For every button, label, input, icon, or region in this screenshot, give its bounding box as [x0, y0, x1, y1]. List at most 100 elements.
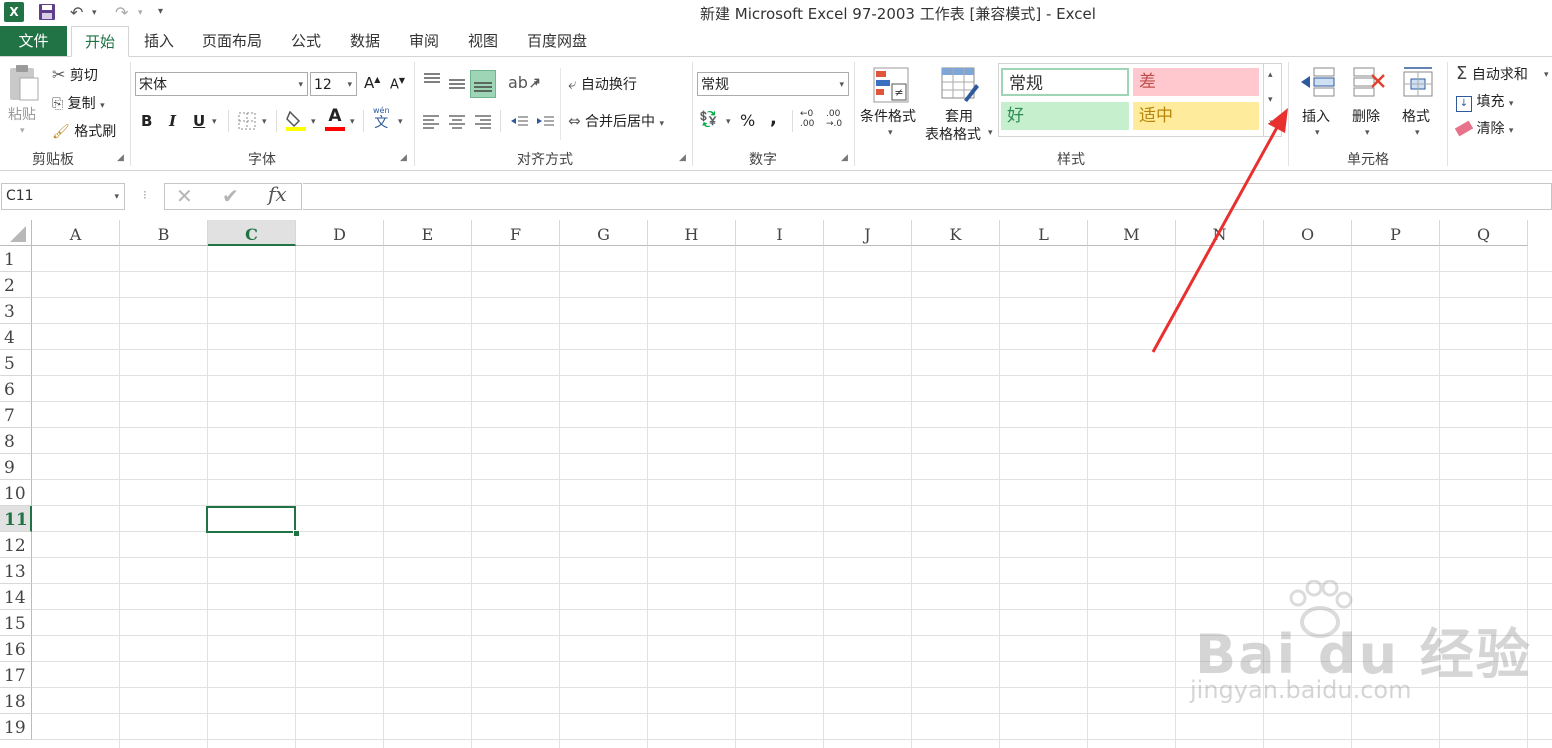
tab-insert[interactable]: 插入 — [134, 26, 184, 56]
tab-page-layout[interactable]: 页面布局 — [194, 26, 270, 56]
merge-center-button[interactable]: ⇔ 合并后居中 ▾ — [568, 111, 664, 131]
wrap-text-button[interactable]: ⤶ 自动换行 — [568, 74, 637, 94]
paste-button[interactable]: 粘贴 ▾ — [6, 64, 42, 144]
row-header-5[interactable]: 5 — [0, 350, 32, 376]
accounting-dropdown-icon[interactable]: ▾ — [726, 117, 731, 127]
row-header-2[interactable]: 2 — [0, 272, 32, 298]
column-header-e[interactable]: E — [384, 220, 472, 246]
borders-dropdown-icon[interactable]: ▾ — [262, 117, 267, 127]
row-header-6[interactable]: 6 — [0, 376, 32, 402]
shrink-font-button[interactable]: A▼ — [390, 76, 405, 92]
insert-function-button[interactable]: fx — [268, 182, 287, 206]
gallery-up-icon[interactable]: ▴ — [1268, 70, 1273, 80]
row-header-9[interactable]: 9 — [0, 454, 32, 480]
font-size-select[interactable]: 12 ▾ — [310, 72, 357, 96]
column-header-a[interactable]: A — [32, 220, 120, 246]
comma-style-button[interactable]: , — [770, 108, 777, 129]
grow-font-button[interactable]: A▲ — [364, 74, 380, 92]
cancel-entry-icon[interactable]: ✕ — [176, 184, 193, 208]
row-header-15[interactable]: 15 — [0, 610, 32, 636]
column-header-j[interactable]: J — [824, 220, 912, 246]
save-icon[interactable] — [38, 3, 56, 25]
row-header-16[interactable]: 16 — [0, 636, 32, 662]
insert-cells-button[interactable]: 插入 ▾ — [1296, 64, 1340, 144]
row-header-7[interactable]: 7 — [0, 402, 32, 428]
borders-button[interactable] — [238, 112, 256, 134]
column-header-k[interactable]: K — [912, 220, 1000, 246]
column-header-l[interactable]: L — [1000, 220, 1088, 246]
tab-formulas[interactable]: 公式 — [282, 26, 330, 56]
font-launcher-icon[interactable]: ◢ — [400, 153, 407, 163]
cut-button[interactable]: ✂ 剪切 — [52, 65, 98, 85]
clear-button[interactable]: 清除 ▾ — [1454, 118, 1513, 138]
selected-cell-outline[interactable] — [206, 506, 296, 533]
name-box[interactable]: C11 ▾ — [1, 183, 125, 210]
number-launcher-icon[interactable]: ◢ — [841, 153, 848, 163]
column-header-g[interactable]: G — [560, 220, 648, 246]
delete-cells-button[interactable]: 删除 ▾ — [1346, 64, 1390, 144]
row-header-8[interactable]: 8 — [0, 428, 32, 454]
accounting-format-button[interactable]: 💱 — [699, 110, 718, 128]
font-color-button[interactable]: A — [325, 107, 345, 131]
fill-button[interactable]: ↓ 填充 ▾ — [1456, 91, 1513, 112]
row-header-11[interactable]: 11 — [0, 506, 32, 532]
undo-dropdown-icon[interactable]: ▾ — [92, 8, 97, 18]
undo-icon[interactable]: ↶ — [70, 3, 83, 22]
italic-button[interactable]: I — [169, 112, 176, 130]
autosum-dropdown-icon[interactable]: ▾ — [1544, 70, 1549, 80]
tab-file[interactable]: 文件 — [0, 26, 67, 56]
tab-view[interactable]: 视图 — [459, 26, 507, 56]
clipboard-launcher-icon[interactable]: ◢ — [117, 153, 124, 163]
fill-color-dropdown-icon[interactable]: ▾ — [311, 117, 316, 127]
increase-decimal-button[interactable]: ←0.00 — [800, 109, 814, 129]
row-header-4[interactable]: 4 — [0, 324, 32, 350]
column-header-h[interactable]: H — [648, 220, 736, 246]
copy-button[interactable]: ⎘ 复制 ▾ — [52, 93, 105, 113]
tab-home[interactable]: 开始 — [71, 26, 129, 57]
row-header-10[interactable]: 10 — [0, 480, 32, 506]
row-header-17[interactable]: 17 — [0, 662, 32, 688]
align-top-button[interactable] — [421, 70, 443, 96]
alignment-launcher-icon[interactable]: ◢ — [679, 153, 686, 163]
underline-button[interactable]: U — [193, 112, 205, 130]
row-header-13[interactable]: 13 — [0, 558, 32, 584]
column-header-i[interactable]: I — [736, 220, 824, 246]
underline-dropdown-icon[interactable]: ▾ — [212, 117, 217, 127]
redo-icon[interactable]: ↷ — [115, 3, 128, 22]
row-header-14[interactable]: 14 — [0, 584, 32, 610]
row-header-1[interactable]: 1 — [0, 246, 32, 272]
row-header-19[interactable]: 19 — [0, 714, 32, 740]
conditional-formatting-button[interactable]: ≠ 条件格式 ▾ — [860, 66, 922, 142]
tab-review[interactable]: 审阅 — [400, 26, 448, 56]
customize-qat-icon[interactable]: ▾ — [158, 6, 163, 17]
column-header-p[interactable]: P — [1352, 220, 1440, 246]
tab-data[interactable]: 数据 — [341, 26, 389, 56]
tab-baidu-netdisk[interactable]: 百度网盘 — [518, 26, 596, 56]
select-all-button[interactable] — [0, 220, 32, 246]
font-color-dropdown-icon[interactable]: ▾ — [350, 117, 355, 127]
column-header-q[interactable]: Q — [1440, 220, 1528, 246]
formula-input[interactable] — [303, 183, 1552, 210]
percent-style-button[interactable]: % — [740, 111, 755, 130]
style-good[interactable]: 好 — [1001, 102, 1129, 130]
confirm-entry-icon[interactable]: ✔ — [222, 184, 239, 208]
row-header-12[interactable]: 12 — [0, 532, 32, 558]
number-format-select[interactable]: 常规 ▾ — [697, 72, 849, 96]
row-header-18[interactable]: 18 — [0, 688, 32, 714]
orientation-dropdown-icon[interactable]: ▾ — [534, 79, 539, 89]
format-painter-button[interactable]: 🖌 格式刷 — [52, 121, 116, 141]
phonetic-dropdown-icon[interactable]: ▾ — [398, 117, 403, 127]
format-cells-button[interactable]: 格式 ▾ — [1396, 64, 1440, 144]
phonetic-guide-button[interactable]: wén 文 — [373, 106, 390, 131]
align-right-button[interactable] — [472, 110, 494, 136]
align-center-button[interactable] — [446, 110, 468, 136]
increase-indent-button[interactable] — [534, 110, 556, 136]
align-left-button[interactable] — [420, 110, 442, 136]
decrease-indent-button[interactable] — [508, 110, 530, 136]
decrease-decimal-button[interactable]: .00 →.0 — [826, 109, 842, 129]
column-header-f[interactable]: F — [472, 220, 560, 246]
style-normal[interactable]: 常规 — [1001, 68, 1129, 96]
row-header-3[interactable]: 3 — [0, 298, 32, 324]
redo-dropdown-icon[interactable]: ▾ — [138, 8, 143, 18]
align-middle-button[interactable] — [446, 72, 468, 98]
